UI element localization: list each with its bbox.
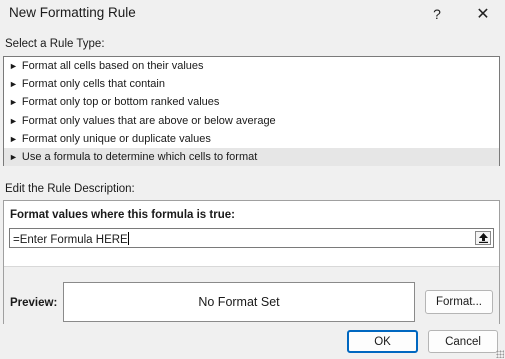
pointer-arrow-icon: ► (9, 97, 18, 108)
rule-type-item-label: Use a formula to determine which cells t… (21, 150, 258, 163)
rule-type-item-label: Format only values that are above or bel… (21, 114, 276, 127)
rule-type-item-top-bottom[interactable]: ► Format only top or bottom ranked values (4, 93, 499, 111)
preview-section: Preview: No Format Set Format... (4, 266, 499, 324)
resize-grip-icon[interactable] (496, 350, 504, 358)
pointer-arrow-icon: ► (9, 151, 18, 162)
rule-description-panel: Format values where this formula is true… (3, 200, 500, 324)
pointer-arrow-icon: ► (9, 61, 18, 71)
help-button[interactable]: ? (418, 0, 456, 28)
rule-type-item-all-values[interactable]: ► Format all cells based on their values (4, 57, 499, 75)
ok-button[interactable]: OK (347, 330, 418, 353)
cancel-button[interactable]: Cancel (428, 330, 498, 353)
format-button[interactable]: Format... (425, 290, 493, 314)
preview-box: No Format Set (63, 282, 415, 322)
pointer-arrow-icon: ► (9, 115, 18, 126)
formula-value: =Enter Formula HERE (13, 232, 129, 246)
rule-type-item-label: Format only top or bottom ranked values (21, 96, 220, 109)
text-caret (127, 232, 129, 245)
formula-heading: Format values where this formula is true… (10, 209, 235, 221)
rule-type-item-above-below-average[interactable]: ► Format only values that are above or be… (4, 112, 499, 130)
pointer-arrow-icon: ► (9, 79, 18, 90)
formula-section: Format values where this formula is true… (4, 201, 499, 266)
rule-type-item-label: Format only unique or duplicate values (21, 132, 211, 145)
title-bar: New Formatting Rule ? ✕ (0, 0, 505, 28)
rule-description-label: Edit the Rule Description: (5, 183, 135, 195)
dialog-title: New Formatting Rule (9, 5, 136, 20)
close-button[interactable]: ✕ (464, 0, 502, 28)
rule-type-item-label: Format only cells that contain (21, 78, 165, 91)
pointer-arrow-icon: ► (9, 133, 18, 144)
formula-input[interactable]: =Enter Formula HERE (9, 228, 494, 248)
rule-type-label: Select a Rule Type: (5, 38, 105, 50)
rule-type-item-cells-contain[interactable]: ► Format only cells that contain (4, 75, 499, 93)
collapse-dialog-button[interactable] (475, 231, 491, 245)
upload-arrow-icon (478, 233, 488, 243)
rule-type-item-label: Format all cells based on their values (21, 60, 204, 72)
preview-label: Preview: (10, 297, 58, 309)
rule-type-item-formula[interactable]: ► Use a formula to determine which cells … (4, 147, 499, 167)
rule-type-item-unique-duplicate[interactable]: ► Format only unique or duplicate values (4, 130, 499, 148)
rule-type-list[interactable]: ► Format all cells based on their values … (3, 56, 500, 167)
